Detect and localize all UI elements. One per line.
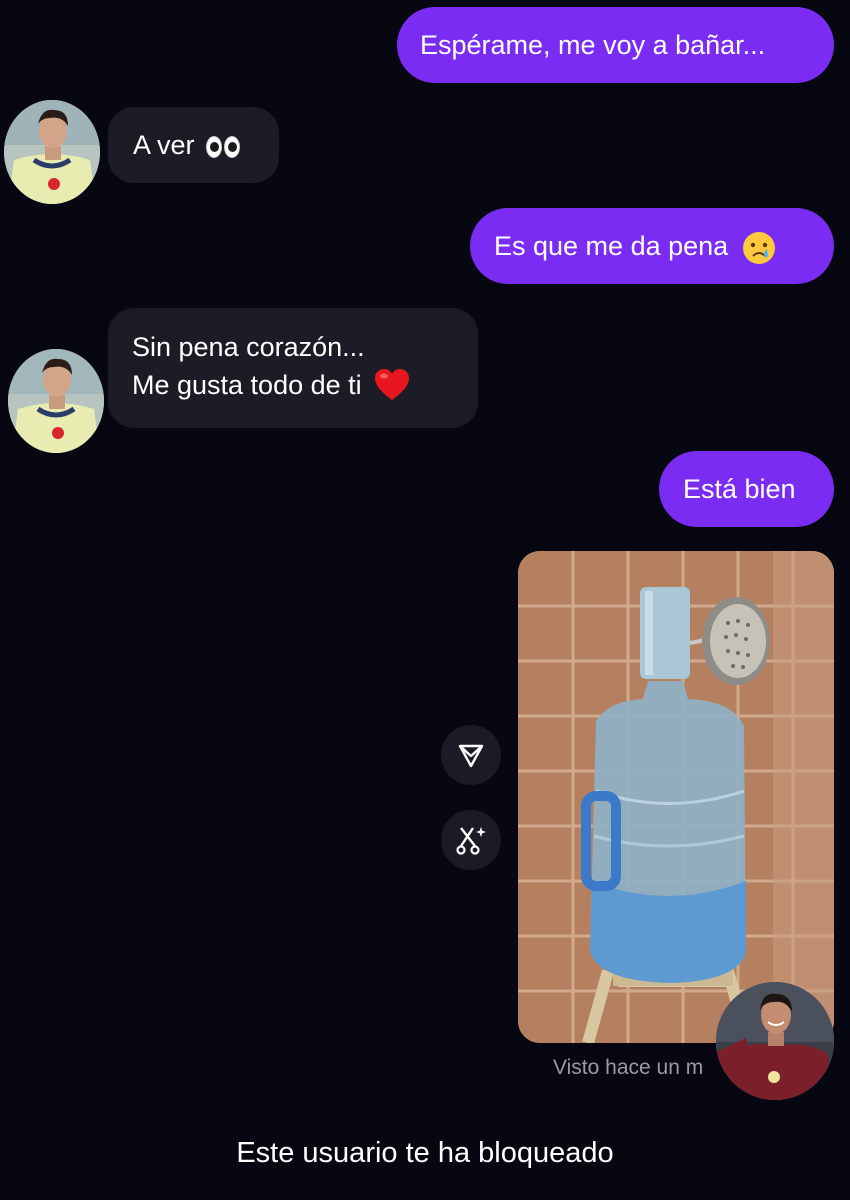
message-received[interactable]: Sin pena corazón... Me gusta todo de ti [108, 308, 478, 428]
message-sent[interactable]: Está bien [659, 451, 834, 527]
crying-face-emoji [742, 231, 775, 264]
message-line: Me gusta todo de ti [132, 370, 362, 400]
message-text: Espérame, me voy a bañar... [420, 30, 766, 60]
eyes-emoji [206, 135, 241, 158]
contact-avatar-image [8, 349, 104, 453]
red-heart-emoji [374, 369, 409, 400]
message-sent[interactable]: Es que me da pena [470, 208, 834, 284]
seen-status: Visto hace un m [553, 1056, 704, 1079]
seen-avatar-image [716, 982, 834, 1100]
chat-screen: Espérame, me voy a bañar... A ver Es que… [0, 0, 850, 1200]
blocked-notice: Este usuario te ha bloqueado [236, 1137, 614, 1169]
contact-avatar[interactable] [8, 349, 104, 453]
scissors-sparkle-icon [456, 827, 486, 855]
message-text: A ver [133, 130, 195, 160]
water-jug-shower-photo[interactable] [518, 551, 834, 1043]
message-received[interactable]: A ver [108, 107, 279, 183]
message-line-2: Me gusta todo de ti [132, 366, 478, 404]
message-text: Está bien [683, 474, 796, 504]
send-icon [458, 744, 484, 768]
photo-image [518, 551, 834, 1043]
seen-avatar [716, 982, 834, 1100]
message-line: Sin pena corazón... [132, 332, 365, 362]
share-button[interactable] [441, 725, 501, 785]
contact-avatar[interactable] [4, 100, 100, 204]
contact-avatar-image [4, 100, 100, 204]
remix-button[interactable] [441, 810, 501, 870]
message-sent[interactable]: Espérame, me voy a bañar... [397, 7, 834, 83]
message-text: Es que me da pena [494, 231, 729, 261]
